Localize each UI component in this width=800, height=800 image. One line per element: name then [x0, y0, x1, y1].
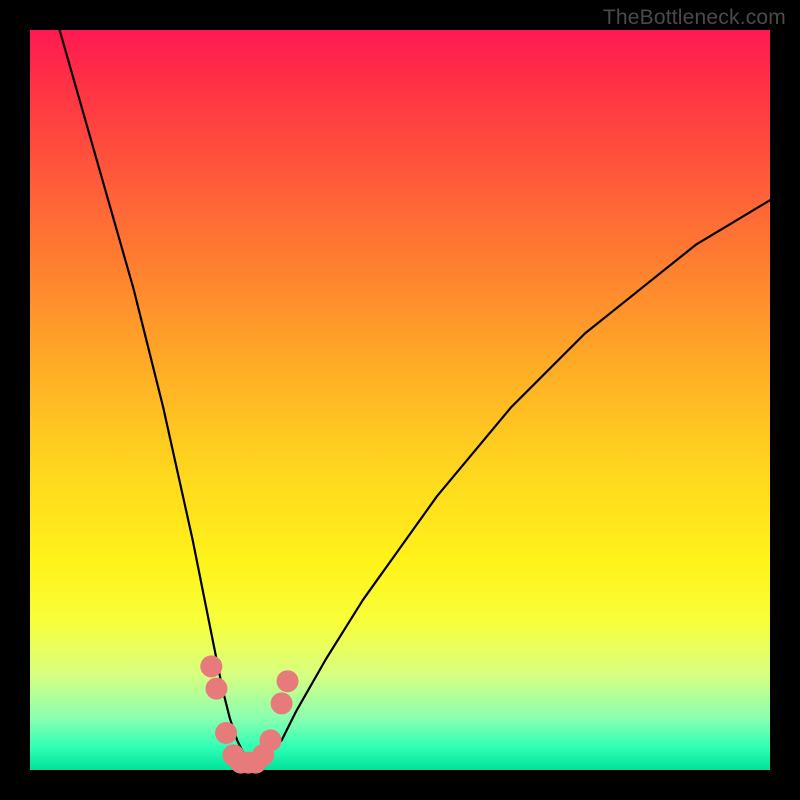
curve-line: [60, 30, 770, 763]
bottleneck-curve: [60, 30, 770, 763]
marker-dot: [215, 722, 237, 744]
plot-area: [30, 30, 770, 770]
marker-dot: [277, 670, 299, 692]
curve-svg: [30, 30, 770, 770]
chart-frame: TheBottleneck.com: [0, 0, 800, 800]
marker-dot: [260, 729, 282, 751]
marker-dot: [205, 678, 227, 700]
highlight-markers: [200, 655, 298, 773]
marker-dot: [271, 692, 293, 714]
marker-dot: [200, 655, 222, 677]
watermark-text: TheBottleneck.com: [603, 6, 786, 30]
